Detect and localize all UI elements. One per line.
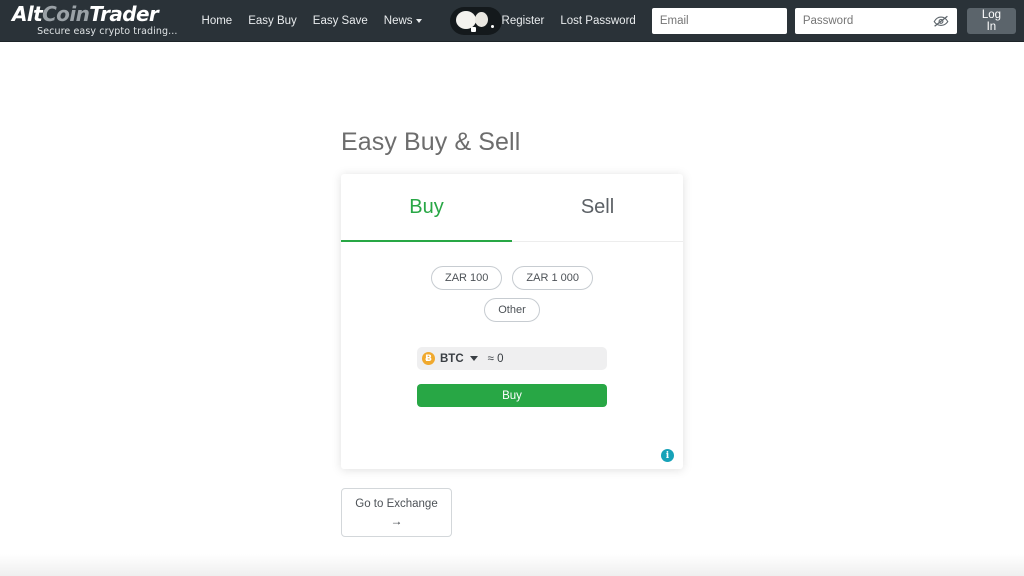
brand-logo-text: AltCoinTrader	[12, 4, 180, 24]
tab-buy[interactable]: Buy	[341, 174, 512, 242]
coin-blob-dot	[490, 24, 494, 28]
password-field-wrapper[interactable]	[794, 7, 957, 34]
register-link[interactable]: Register	[502, 15, 545, 27]
nav-item-easy-save[interactable]: Easy Save	[313, 15, 368, 27]
password-field[interactable]	[802, 14, 933, 27]
brand-logo[interactable]: AltCoinTrader Secure easy crypto trading…	[12, 4, 180, 37]
site-header: AltCoinTrader Secure easy crypto trading…	[0, 0, 1024, 42]
chevron-down-icon[interactable]	[469, 356, 478, 361]
main-navigation: Home Easy Buy Easy Save News	[202, 6, 502, 35]
nav-item-easy-save-label: Easy Save	[312, 14, 368, 27]
amount-option-zar-1000[interactable]: ZAR 1 000	[512, 266, 593, 290]
coin-blob-large	[455, 10, 476, 29]
nav-item-news[interactable]: News	[384, 15, 422, 27]
go-to-exchange-button[interactable]: Go to Exchange →	[341, 488, 452, 538]
chevron-down-icon	[415, 18, 422, 23]
coin-blob-square	[470, 26, 476, 32]
header-auth-area: Register Lost Password Log In	[502, 7, 1024, 34]
footer-band	[0, 554, 1024, 576]
brand-tagline: Secure easy crypto trading...	[37, 26, 178, 38]
lost-password-link[interactable]: Lost Password	[560, 15, 635, 27]
tab-buy-label: Buy	[409, 196, 444, 218]
coin-approx-amount: ≈ 0	[487, 352, 504, 365]
tab-sell-label: Sell	[580, 196, 615, 218]
buy-sell-card: Buy Sell ZAR 100 ZAR 1 000 Other Ƀ BTC ≈…	[341, 174, 683, 469]
nav-item-news-label: News	[383, 14, 413, 27]
page-title: Easy Buy & Sell	[341, 128, 521, 156]
amount-option-other[interactable]: Other	[484, 298, 540, 322]
coins-pill-logo-icon[interactable]	[449, 6, 502, 35]
amount-preset-row-2: Other	[484, 298, 540, 322]
page-body: Easy Buy & Sell Buy Sell ZAR 100 ZAR 1 0…	[0, 42, 1024, 576]
tab-sell[interactable]: Sell	[512, 174, 683, 241]
coin-blob-small	[474, 11, 488, 27]
buy-form: ZAR 100 ZAR 1 000 Other Ƀ BTC ≈ 0 Buy	[341, 242, 683, 407]
brand-logo-part3: Trader	[89, 2, 159, 27]
buy-submit-button[interactable]: Buy	[417, 384, 607, 407]
login-button[interactable]: Log In	[966, 7, 1016, 34]
nav-item-easy-buy[interactable]: Easy Buy	[248, 15, 297, 27]
coin-symbol-label: BTC	[440, 352, 464, 365]
info-icon[interactable]: i	[661, 449, 674, 462]
main-content: Easy Buy & Sell Buy Sell ZAR 100 ZAR 1 0…	[341, 128, 683, 538]
arrow-right-icon: →	[390, 513, 403, 528]
nav-item-home[interactable]: Home	[202, 15, 233, 27]
nav-item-home-label: Home	[201, 14, 233, 27]
eye-slash-icon[interactable]	[933, 15, 949, 27]
coin-selector[interactable]: Ƀ BTC ≈ 0	[417, 347, 607, 370]
bitcoin-icon: Ƀ	[422, 352, 435, 365]
brand-logo-part1: Alt	[12, 2, 43, 27]
amount-preset-row-1: ZAR 100 ZAR 1 000	[430, 266, 593, 290]
email-field[interactable]	[651, 7, 787, 34]
buy-sell-tabs: Buy Sell	[341, 174, 683, 242]
amount-option-zar-100[interactable]: ZAR 100	[430, 266, 503, 290]
go-to-exchange-label: Go to Exchange	[355, 498, 438, 510]
nav-item-easy-buy-label: Easy Buy	[248, 14, 297, 27]
brand-logo-part2: Coin	[42, 2, 90, 27]
